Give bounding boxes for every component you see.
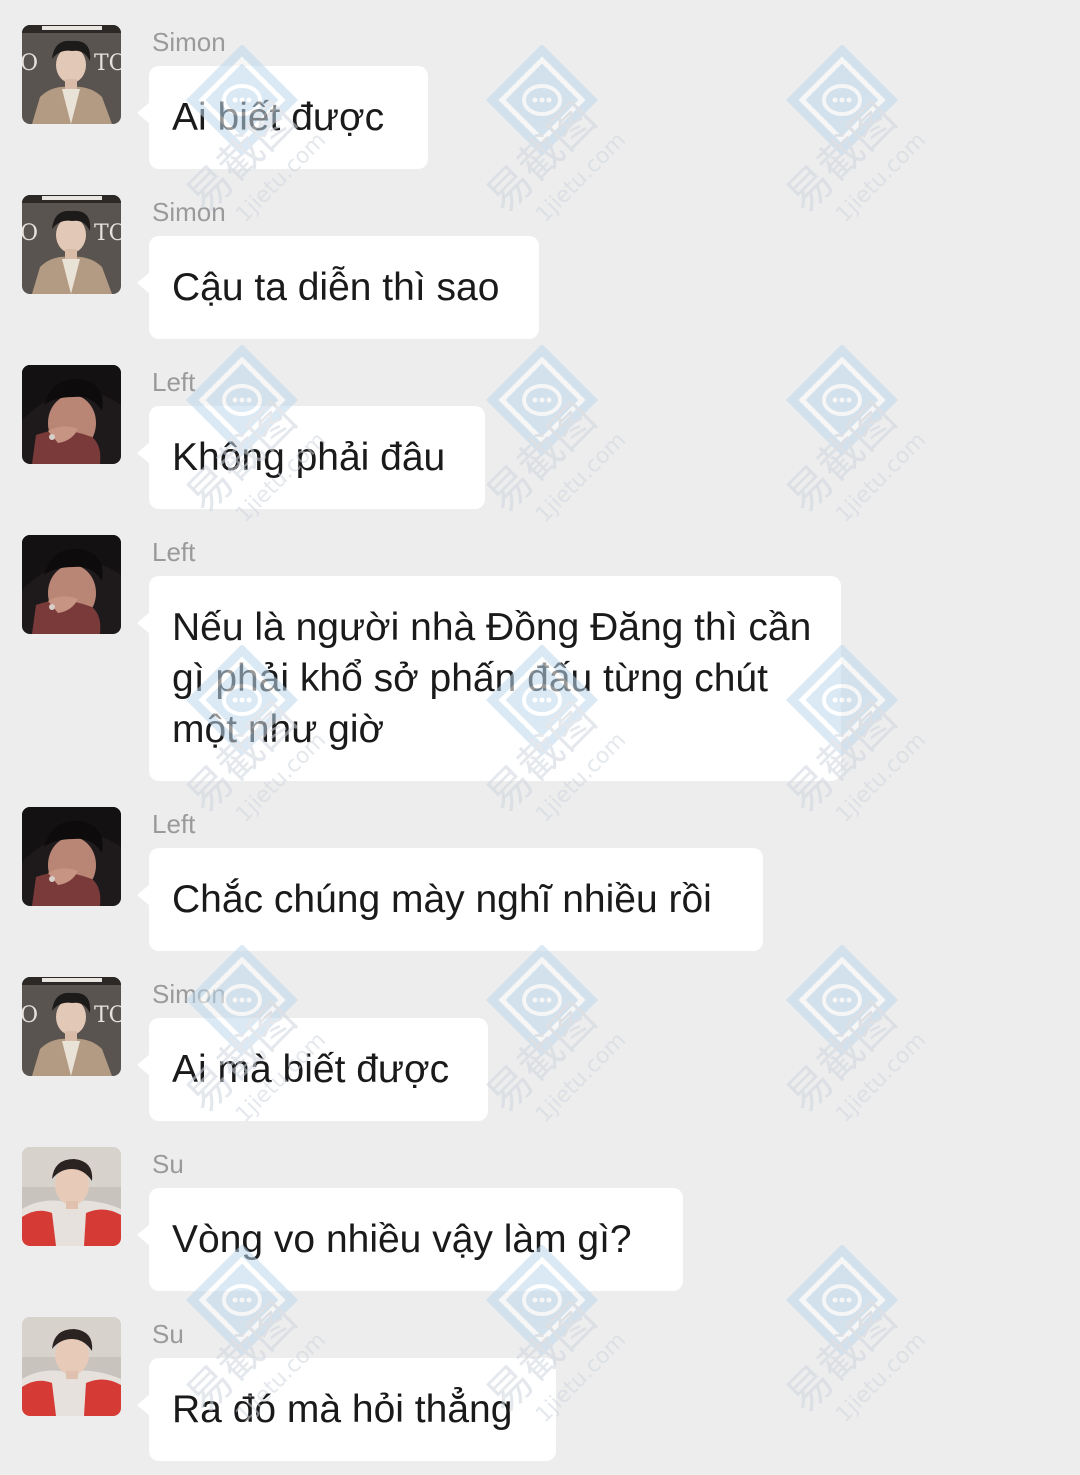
simon-avatar-icon[interactable] bbox=[22, 25, 121, 124]
sender-name: Su bbox=[152, 1319, 184, 1349]
message-bubble[interactable]: Nếu là người nhà Đồng Đăng thì cần gì ph… bbox=[137, 576, 841, 781]
su-avatar-icon[interactable] bbox=[22, 1147, 121, 1246]
message-bubble[interactable]: Cậu ta diễn thì sao bbox=[137, 236, 539, 339]
su-avatar-icon[interactable] bbox=[22, 1317, 121, 1416]
left-avatar-icon[interactable] bbox=[22, 365, 121, 464]
message-bubble[interactable]: Vòng vo nhiều vậy làm gì? bbox=[137, 1188, 683, 1291]
message-bubble[interactable]: Ai mà biết được bbox=[137, 1018, 488, 1121]
sender-name: Left bbox=[152, 537, 196, 567]
left-avatar-icon[interactable] bbox=[22, 807, 121, 906]
message-bubble[interactable]: Ra đó mà hỏi thẳng bbox=[137, 1358, 556, 1461]
sender-name: Left bbox=[152, 367, 196, 397]
message-bubble[interactable]: Chắc chúng mày nghĩ nhiều rồi bbox=[137, 848, 763, 951]
sender-name: Simon bbox=[152, 979, 226, 1009]
sender-name: Left bbox=[152, 809, 196, 839]
left-avatar-icon[interactable] bbox=[22, 535, 121, 634]
chat-message-list[interactable]: Simon Ai biết được Simon Cậu ta diễn thì… bbox=[0, 0, 1080, 1475]
message-bubble[interactable]: Ai biết được bbox=[137, 66, 428, 169]
simon-avatar-icon[interactable] bbox=[22, 195, 121, 294]
message-bubble[interactable]: Không phải đâu bbox=[137, 406, 485, 509]
sender-name: Simon bbox=[152, 197, 226, 227]
sender-name: Simon bbox=[152, 27, 226, 57]
simon-avatar-icon[interactable] bbox=[22, 977, 121, 1076]
sender-name: Su bbox=[152, 1149, 184, 1179]
